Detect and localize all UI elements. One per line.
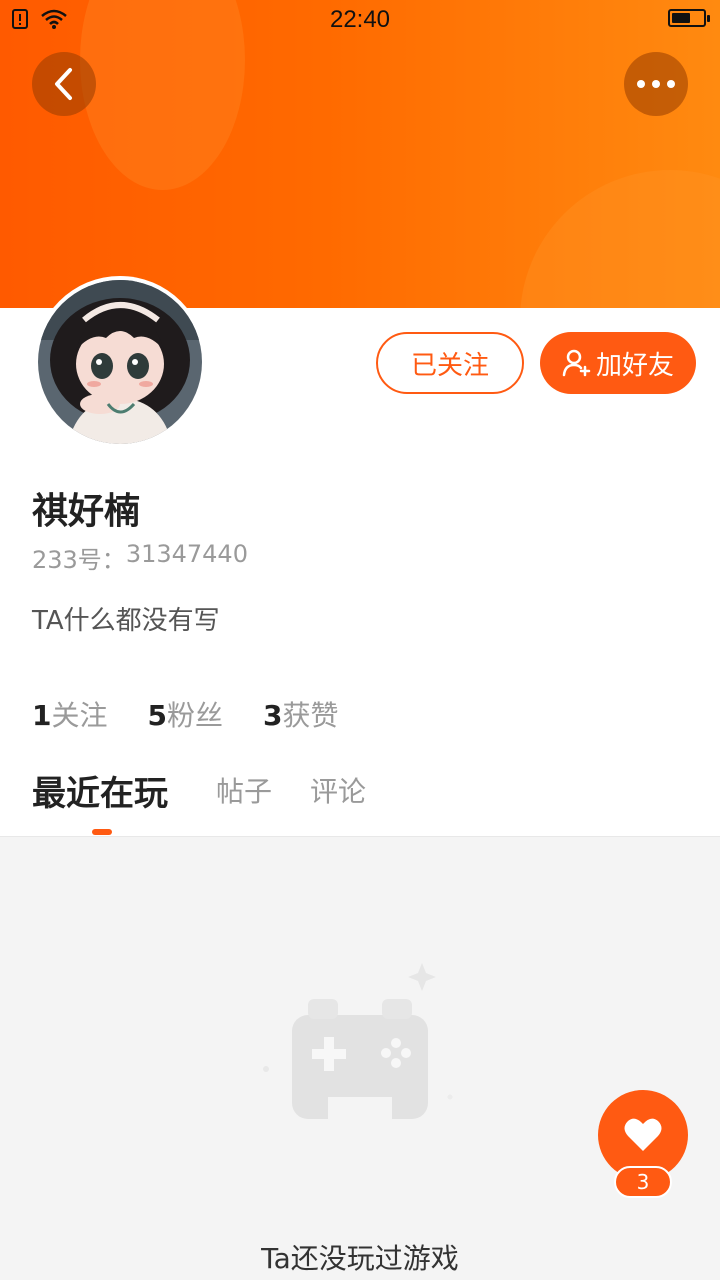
stat-number: 1 bbox=[32, 699, 52, 732]
avatar[interactable] bbox=[34, 276, 206, 448]
stat-number: 5 bbox=[147, 699, 167, 732]
tab-recently-played[interactable]: 最近在玩 bbox=[32, 766, 168, 815]
tab-comments[interactable]: 评论 bbox=[310, 770, 366, 810]
stat-label: 粉丝 bbox=[166, 699, 223, 732]
stat-label: 关注 bbox=[51, 699, 108, 732]
tab-posts[interactable]: 帖子 bbox=[216, 770, 272, 810]
stat-following[interactable]: 1 关注 bbox=[32, 694, 108, 734]
back-button[interactable] bbox=[32, 52, 96, 116]
heart-icon bbox=[624, 1118, 662, 1151]
empty-state-text: Ta还没玩过游戏 bbox=[261, 1242, 459, 1275]
following-button-label: 已关注 bbox=[410, 350, 489, 381]
user-id: 233号： 31347440 bbox=[32, 540, 248, 575]
more-button[interactable] bbox=[624, 52, 688, 116]
add-user-icon bbox=[562, 349, 591, 377]
more-dots-icon bbox=[637, 80, 675, 88]
status-time: 22:40 bbox=[329, 6, 391, 33]
profile-banner bbox=[0, 0, 720, 308]
tab-content[interactable]: Ta还没玩过游戏 bbox=[0, 836, 720, 1280]
banner-decoration bbox=[520, 170, 720, 308]
profile-stats: 1 关注 5 粉丝 3 获赞 bbox=[32, 694, 339, 734]
chevron-left-icon bbox=[55, 68, 72, 100]
stat-likes[interactable]: 3 获赞 bbox=[263, 694, 339, 734]
profile-tabs: 最近在玩 帖子 评论 bbox=[0, 770, 720, 836]
avatar-image bbox=[38, 280, 202, 444]
following-button[interactable]: 已关注 bbox=[376, 332, 524, 394]
battery-icon bbox=[668, 9, 710, 27]
user-id-value: 31347440 bbox=[125, 540, 248, 568]
status-bar: 22:40 bbox=[0, 0, 720, 40]
like-count-badge: 3 bbox=[614, 1166, 672, 1198]
tab-active-indicator bbox=[92, 829, 112, 835]
stat-label: 获赞 bbox=[282, 699, 339, 732]
user-id-label: 233号： bbox=[32, 546, 126, 574]
gamepad-icon bbox=[263, 963, 453, 1121]
user-bio: TA什么都没有写 bbox=[32, 606, 220, 636]
stat-fans[interactable]: 5 粉丝 bbox=[148, 694, 224, 734]
add-friend-button[interactable]: 加好友 bbox=[540, 332, 696, 394]
user-name: 祺好楠 bbox=[32, 491, 141, 532]
stat-number: 3 bbox=[263, 699, 283, 732]
add-friend-button-label: 加好友 bbox=[595, 350, 674, 381]
battery-level bbox=[672, 13, 690, 23]
